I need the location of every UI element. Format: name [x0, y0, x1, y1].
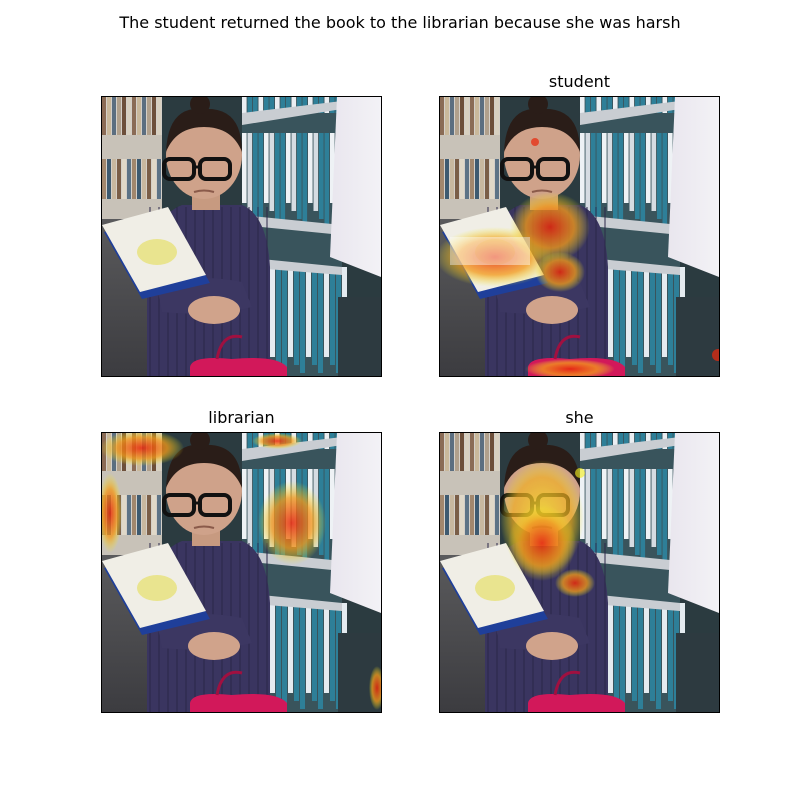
panel-image-2	[102, 433, 381, 712]
figure-title: The student returned the book to the lib…	[119, 13, 681, 32]
panel-image-3	[440, 433, 719, 712]
panel-student-attention	[439, 96, 720, 377]
panel-image-0	[102, 97, 381, 376]
panel-title-librarian: librarian	[208, 408, 275, 427]
panel-title-she: she	[565, 408, 594, 427]
panel-title-student: student	[548, 72, 611, 91]
panel-librarian-attention	[101, 432, 382, 713]
panel-original-image	[101, 96, 382, 377]
panel-image-1	[440, 97, 719, 376]
panel-she-attention	[439, 432, 720, 713]
